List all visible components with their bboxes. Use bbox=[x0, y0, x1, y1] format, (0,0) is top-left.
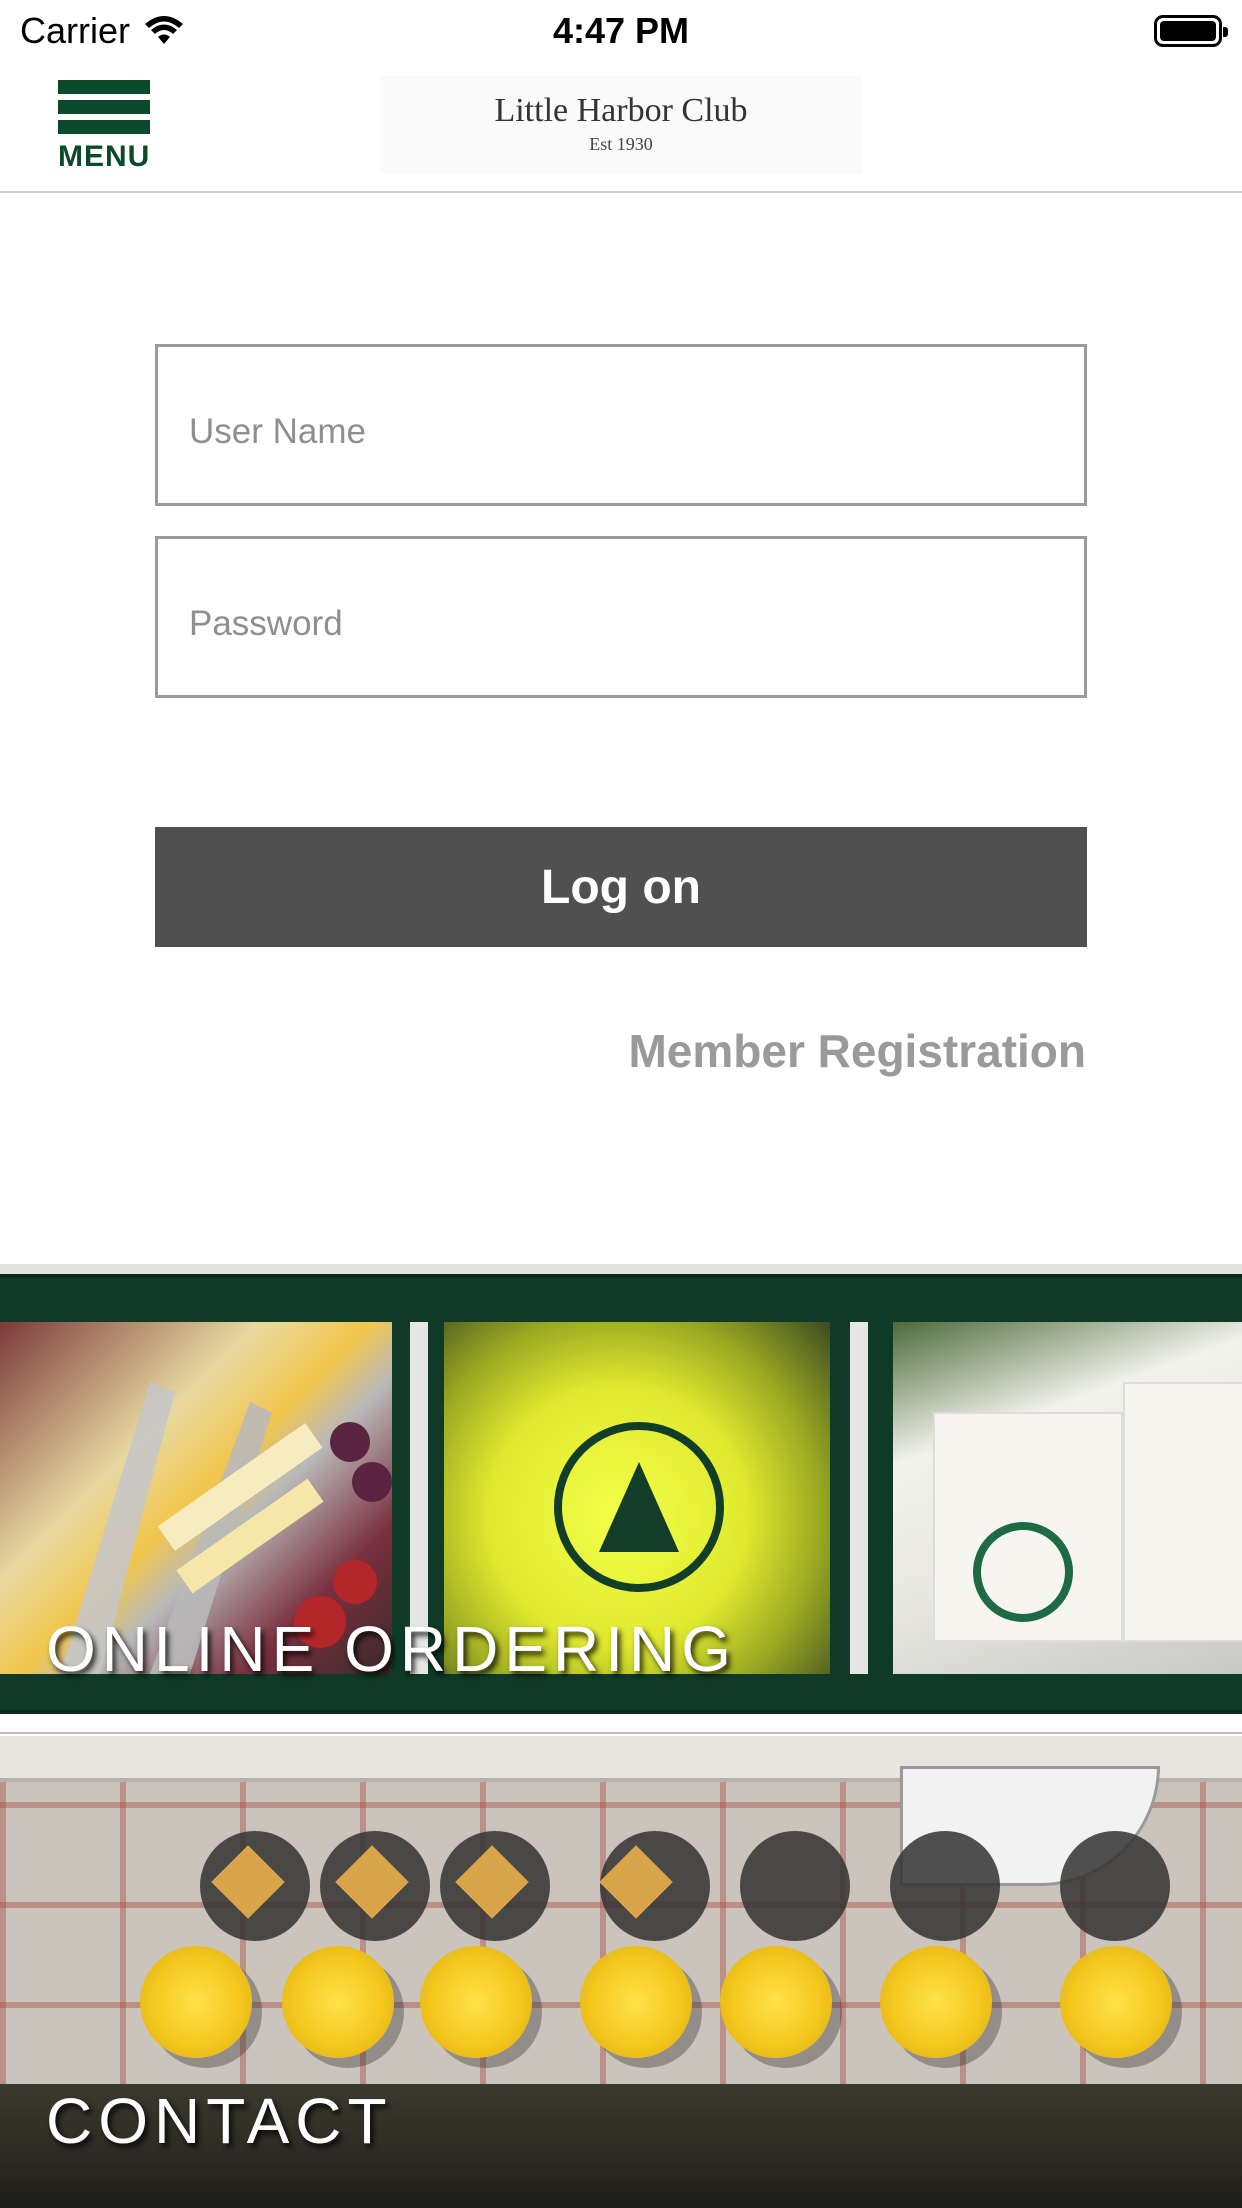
logo-subtitle: Est 1930 bbox=[589, 134, 653, 154]
umbrella-shadow bbox=[890, 1831, 1000, 1941]
menu-bar-icon bbox=[58, 100, 150, 114]
online-ordering-label: ONLINE ORDERING bbox=[46, 1613, 737, 1685]
logon-button[interactable]: Log on bbox=[155, 827, 1087, 947]
yellow-umbrella bbox=[282, 1946, 394, 2058]
username-input[interactable] bbox=[158, 347, 1084, 503]
section-divider bbox=[0, 1714, 1242, 1734]
tote-bag-image bbox=[1123, 1382, 1242, 1642]
menu-bar-icon bbox=[58, 80, 150, 94]
tree-emblem-icon bbox=[973, 1522, 1073, 1622]
menu-bar-icon bbox=[58, 120, 150, 134]
wifi-icon bbox=[145, 16, 184, 44]
menu-label: MENU bbox=[58, 140, 151, 173]
status-bar: Carrier 4:47 PM bbox=[0, 0, 1242, 62]
umbrella-shadow bbox=[740, 1831, 850, 1941]
photo-separator bbox=[850, 1322, 868, 1674]
status-time: 4:47 PM bbox=[552, 10, 690, 51]
member-registration-link[interactable]: Member Registration bbox=[628, 1024, 1086, 1078]
menu-button[interactable]: MENU bbox=[58, 80, 152, 180]
username-field[interactable] bbox=[155, 344, 1087, 506]
logo-title: Little Harbor Club bbox=[494, 92, 748, 129]
carrier-label: Carrier bbox=[20, 10, 131, 51]
yellow-umbrella bbox=[880, 1946, 992, 2058]
yellow-umbrella bbox=[1060, 1946, 1172, 2058]
app-header: MENU Little Harbor Club Est 1930 bbox=[0, 62, 1242, 193]
status-left: Carrier bbox=[20, 10, 184, 52]
password-input[interactable] bbox=[158, 539, 1084, 695]
yellow-umbrella bbox=[580, 1946, 692, 2058]
yellow-umbrella bbox=[140, 1946, 252, 2058]
battery-fill bbox=[1160, 21, 1216, 41]
pine-tree-icon bbox=[599, 1462, 679, 1552]
yellow-umbrella bbox=[720, 1946, 832, 2058]
contact-label: CONTACT bbox=[46, 2085, 393, 2157]
club-logo: Little Harbor Club Est 1930 bbox=[380, 76, 862, 174]
battery-icon bbox=[1154, 15, 1228, 47]
yellow-umbrella bbox=[420, 1946, 532, 2058]
tree-emblem-icon bbox=[554, 1422, 724, 1592]
umbrella-shadow bbox=[1060, 1831, 1170, 1941]
section-divider bbox=[0, 1264, 1242, 1274]
merchandise-photo bbox=[893, 1322, 1242, 1674]
password-field[interactable] bbox=[155, 536, 1087, 698]
